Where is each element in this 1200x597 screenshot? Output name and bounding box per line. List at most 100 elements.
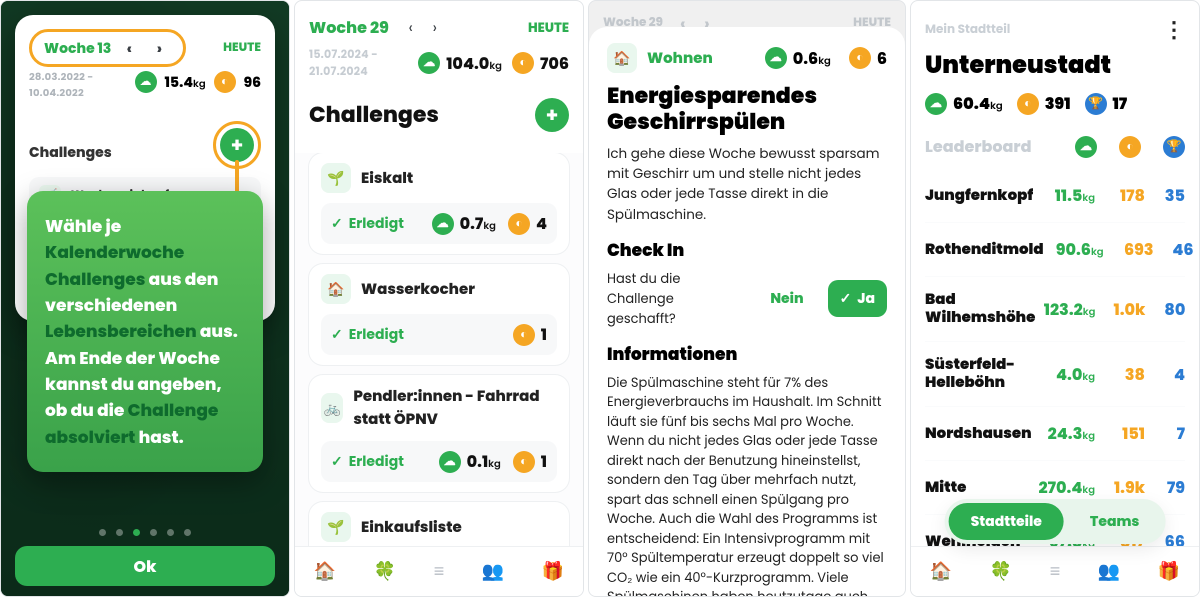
add-challenge-button[interactable]: +	[535, 98, 569, 132]
more-icon[interactable]: ⋮	[1163, 13, 1185, 46]
check-icon: ✓	[840, 288, 852, 309]
today-button[interactable]: HEUTE	[223, 39, 261, 57]
onboarding-tooltip: Wähle je Kalenderwoche Challenges aus de…	[27, 191, 263, 472]
done-chip: ✓Erledigt	[331, 451, 404, 472]
challenge-card[interactable]: 🌱Eiskalt✓Erledigt☁0.7kg◐4	[309, 153, 569, 254]
cloud-icon: ☁	[432, 213, 454, 235]
table-row[interactable]: Rothenditmold90.6kg69346	[925, 223, 1185, 277]
col-cloud-icon[interactable]: ☁	[1075, 136, 1097, 158]
cloud-icon: ☁	[439, 451, 461, 473]
check-icon: ✓	[331, 213, 343, 234]
points-value: 6	[877, 46, 887, 71]
done-chip: ✓Erledigt	[331, 213, 404, 234]
coin-icon: ◐	[508, 213, 530, 235]
checkin-question: Hast du die Challenge geschafft?	[607, 269, 734, 329]
info-text: Die Spülmaschine steht für 7% des Energi…	[607, 373, 887, 596]
coin-icon: ◐	[513, 324, 535, 346]
challenge-title: Pendler:innen - Fahrrad statt ÖPNV	[353, 385, 557, 431]
nav-rewards-icon[interactable]: 🎁	[1158, 558, 1180, 585]
points-value: 391	[1045, 91, 1071, 116]
nav-list-icon[interactable]: ≡	[434, 558, 445, 585]
cloud-icon: ☁	[135, 71, 157, 93]
nav-rewards-icon[interactable]: 🎁	[542, 558, 564, 585]
house-icon: 🏠	[321, 274, 351, 304]
points-value: 1.0k	[1111, 297, 1145, 322]
coin-icon: ◐	[512, 52, 534, 74]
week-date-range: 15.07.2024 - 21.07.2024	[309, 46, 418, 80]
challenge-card[interactable]: 🌱Einkaufsliste✓Erledigt◐2	[309, 502, 569, 546]
add-challenge-button[interactable]: +	[220, 128, 254, 162]
ok-button[interactable]: Ok	[15, 546, 275, 586]
no-button[interactable]: Nein	[758, 280, 815, 317]
points-value: 706	[540, 51, 569, 76]
week-label: Woche 29	[309, 15, 389, 40]
challenge-intro: Ich gehe diese Woche bewusst sparsam mit…	[607, 144, 887, 225]
table-row[interactable]: Süsterfeld-Helleböhn4.0kg384	[925, 342, 1185, 407]
points-value: 178	[1111, 183, 1145, 208]
points-value: 1	[541, 449, 547, 474]
co2-value: 60.4kg	[953, 91, 1003, 116]
seg-districts[interactable]: Stadtteile	[949, 503, 1064, 540]
co2-value: 123.2kg	[1035, 297, 1095, 322]
nav-challenges-icon[interactable]: 🍀	[374, 558, 396, 585]
nav-list-icon[interactable]: ≡	[1050, 558, 1061, 585]
challenge-title: Energiesparendes Geschirrspülen	[607, 83, 887, 136]
leaderboard-label: Leaderboard	[925, 134, 1031, 159]
today-button[interactable]: HEUTE	[528, 18, 569, 38]
table-row[interactable]: Jungfernkopf11.5kg17835	[925, 169, 1185, 223]
co2-value: 270.4kg	[1035, 475, 1095, 500]
challenges-heading: Challenges	[29, 142, 112, 163]
coin-icon: ◐	[1017, 93, 1039, 115]
chevron-right-icon[interactable]: ›	[147, 36, 171, 60]
points-value: 38	[1111, 362, 1145, 387]
screen-onboarding: Woche 13 ‹ › HEUTE 28.03.2022 - 10.04.20…	[0, 0, 290, 597]
co2-value: 90.6kg	[1044, 237, 1104, 262]
nav-challenges-icon[interactable]: 🍀	[990, 558, 1012, 585]
points-value: 96	[244, 72, 261, 93]
district-name: Jungfernkopf	[925, 187, 1033, 205]
page-indicator	[1, 529, 289, 536]
co2-value: 24.3kg	[1035, 421, 1095, 446]
challenge-title: Eiskalt	[361, 167, 413, 190]
seg-teams[interactable]: Teams	[1068, 503, 1162, 540]
leaf-icon: 🌱	[321, 512, 351, 542]
points-value: 1.9k	[1111, 475, 1145, 500]
week-date-range: 28.03.2022 - 10.04.2022	[29, 69, 135, 101]
nav-home-icon[interactable]: 🏠	[930, 558, 952, 585]
col-trophy-icon[interactable]: 🏆	[1163, 136, 1185, 158]
screen-challenge-detail: Woche 29 ‹ › HEUTE 🏠 Wohnen ☁ 0.6kg ◐ 6	[588, 0, 906, 597]
nav-community-icon[interactable]: 👥	[482, 558, 504, 585]
trophy-icon: 🏆	[1085, 93, 1107, 115]
week-label: Woche 13	[44, 38, 111, 59]
table-row[interactable]: Nordshausen24.3kg1517	[925, 407, 1185, 461]
district-name: Mitte	[925, 479, 966, 497]
bottom-nav: 🏠 🍀 ≡ 👥 🎁	[295, 546, 583, 596]
challenge-card[interactable]: 🏠Wasserkocher✓Erledigt◐1	[309, 264, 569, 365]
cups-value: 80	[1161, 297, 1185, 322]
info-heading: Informationen	[607, 341, 887, 367]
col-coin-icon[interactable]: ◐	[1119, 136, 1141, 158]
table-row[interactable]: Bad Wilhemshöhe123.2kg 1.0k 80	[925, 277, 1185, 342]
cloud-icon: ☁	[765, 47, 787, 69]
done-chip: ✓Erledigt	[331, 324, 404, 345]
nav-community-icon[interactable]: 👥	[1098, 558, 1120, 585]
check-icon: ✓	[331, 451, 343, 472]
week-picker-highlight[interactable]: Woche 13 ‹ ›	[29, 29, 186, 67]
segmented-control: Stadtteile Teams	[945, 499, 1166, 544]
cups-value: 46	[1170, 237, 1194, 262]
yes-button[interactable]: ✓Ja	[828, 280, 887, 317]
cloud-icon: ☁	[925, 93, 947, 115]
district-name: Bad Wilhemshöhe	[925, 291, 1035, 327]
cups-value: 66	[1161, 529, 1185, 546]
subheading: Mein Stadtteil	[925, 21, 1010, 39]
chevron-left-icon[interactable]: ‹	[117, 36, 141, 60]
chevron-right-icon[interactable]: ›	[423, 16, 447, 40]
district-title: Unterneustadt	[925, 48, 1185, 83]
nav-home-icon[interactable]: 🏠	[314, 558, 336, 585]
challenge-title: Einkaufsliste	[361, 516, 462, 539]
co2-value: 0.6kg	[793, 46, 831, 71]
challenges-heading: Challenges	[309, 98, 439, 131]
chevron-left-icon[interactable]: ‹	[399, 16, 423, 40]
challenge-card[interactable]: 🚲Pendler:innen - Fahrrad statt ÖPNV✓Erle…	[309, 375, 569, 492]
coin-icon: ◐	[214, 71, 236, 93]
